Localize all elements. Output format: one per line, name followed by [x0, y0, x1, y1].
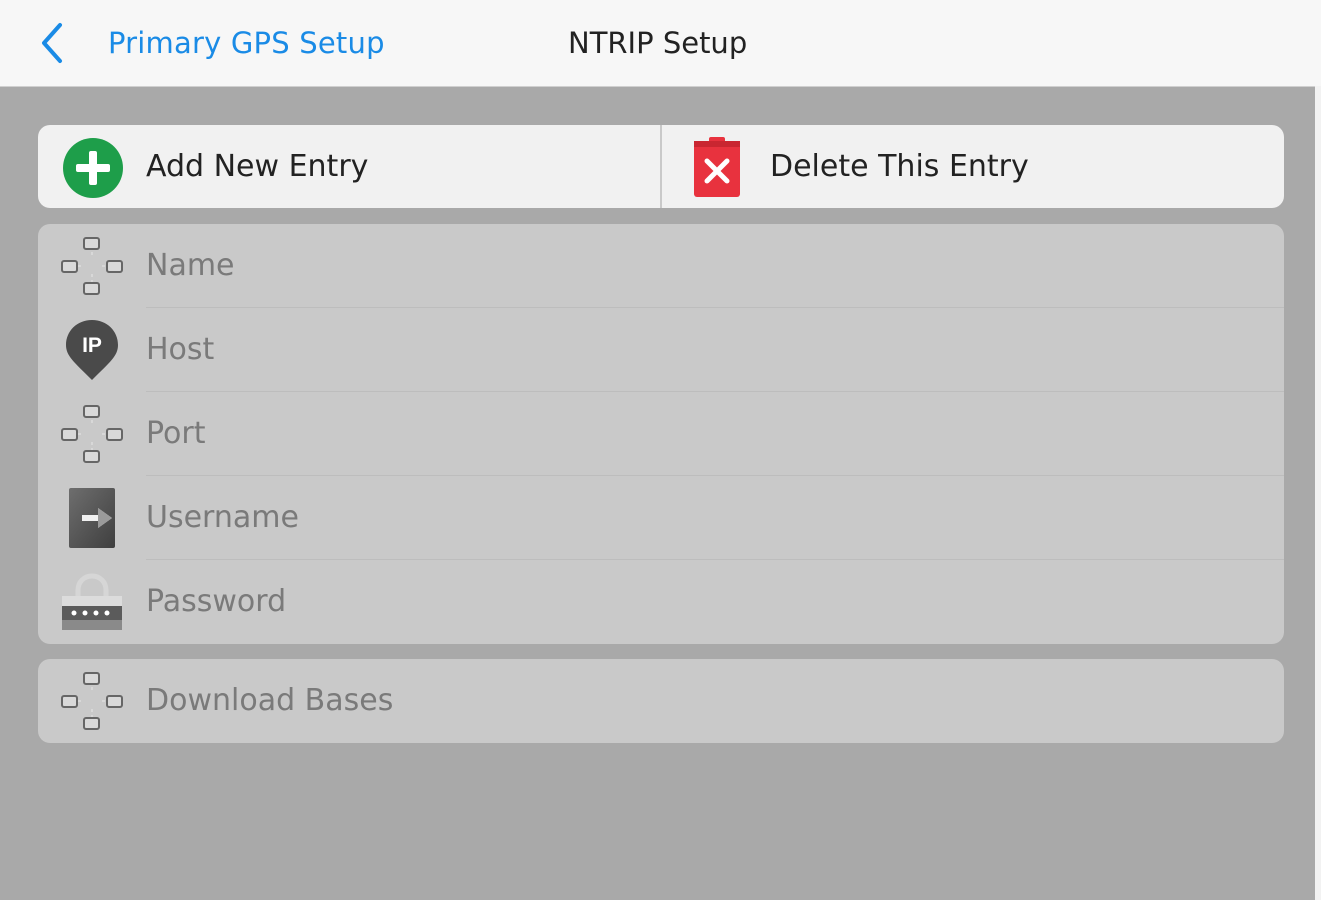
plus-circle-icon — [63, 138, 123, 198]
ip-pin-icon: IP — [66, 320, 118, 380]
name-field-row[interactable]: Name — [38, 224, 1284, 308]
back-button-label: Primary GPS Setup — [108, 26, 385, 60]
password-field-row[interactable]: Password — [38, 560, 1284, 644]
password-lock-icon — [62, 573, 122, 630]
username-field-row[interactable]: Username — [38, 476, 1284, 560]
network-nodes-icon — [61, 237, 123, 295]
host-field-label: Host — [146, 332, 215, 367]
ntrip-fields-group: Name IP Host Port Username Password — [38, 224, 1284, 644]
download-bases-group: Download Bases — [38, 659, 1284, 743]
svg-text:IP: IP — [82, 334, 102, 357]
window-edge — [1315, 86, 1321, 900]
add-new-entry-label: Add New Entry — [146, 149, 369, 184]
host-field-row[interactable]: IP Host — [38, 308, 1284, 392]
network-nodes-icon — [61, 672, 123, 730]
network-nodes-icon — [61, 405, 123, 463]
delete-entry-label: Delete This Entry — [770, 149, 1029, 184]
top-navigation-bar: Primary GPS Setup NTRIP Setup — [0, 0, 1321, 87]
delete-entry-button[interactable]: Delete This Entry — [660, 125, 1284, 208]
page-title: NTRIP Setup — [568, 26, 748, 60]
back-button[interactable]: Primary GPS Setup — [34, 18, 385, 68]
password-field-label: Password — [146, 584, 287, 619]
port-field-label: Port — [146, 416, 206, 451]
add-new-entry-button[interactable]: Add New Entry — [38, 125, 660, 208]
username-field-label: Username — [146, 500, 299, 535]
download-bases-row[interactable]: Download Bases — [38, 659, 1284, 743]
chevron-left-icon — [42, 23, 62, 63]
download-bases-label: Download Bases — [146, 683, 394, 718]
port-field-row[interactable]: Port — [38, 392, 1284, 476]
login-door-icon — [69, 488, 115, 548]
trash-x-icon — [694, 137, 740, 197]
name-field-label: Name — [146, 248, 235, 283]
entry-actions-bar: Add New Entry Delete This Entry — [38, 125, 1284, 208]
